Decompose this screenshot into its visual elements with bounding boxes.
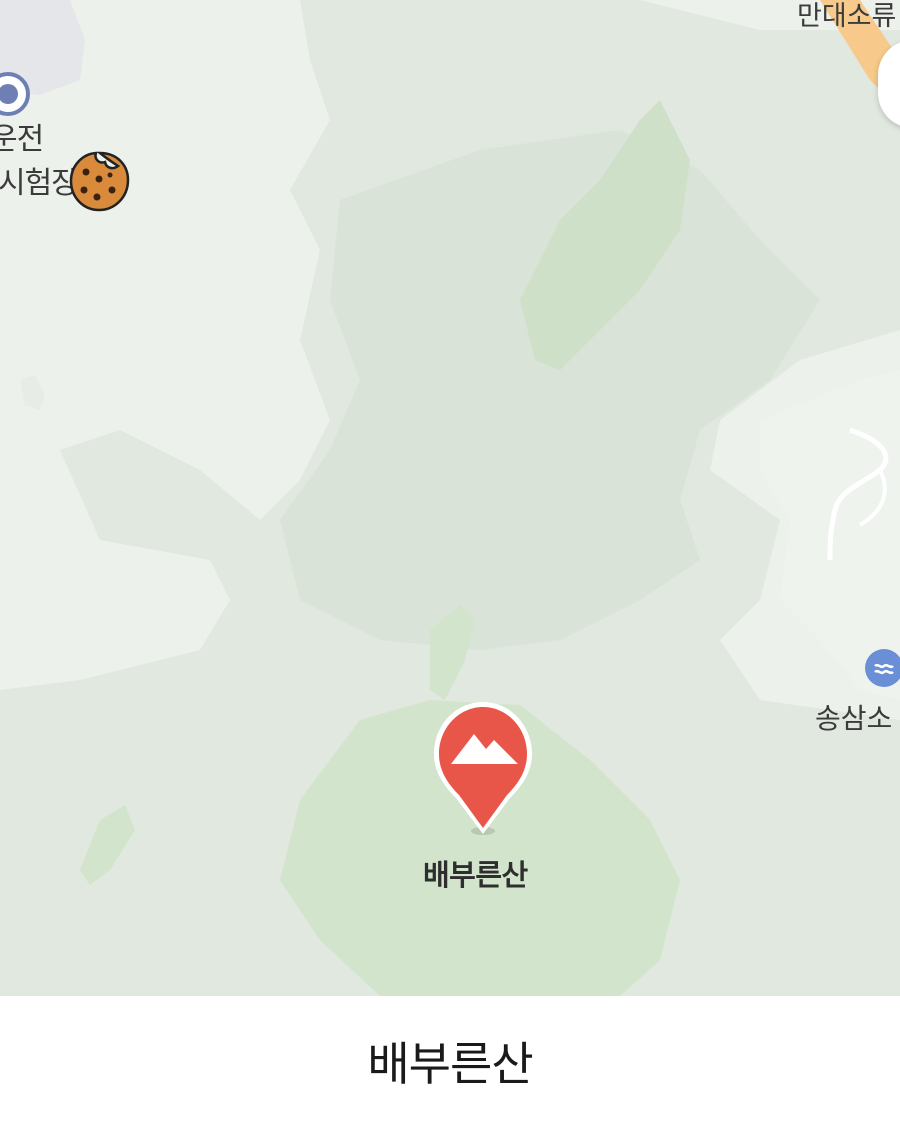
map-view[interactable]: 만대소류 운전 시험장 송삼소 배부른산 <box>0 0 900 996</box>
water-icon[interactable] <box>864 648 900 688</box>
mountain-pin-icon[interactable] <box>426 694 546 840</box>
label-mandae[interactable]: 만대소류 <box>797 0 896 33</box>
map-terrain <box>0 0 900 996</box>
label-test-center-line1[interactable]: 운전 <box>0 114 44 158</box>
label-reservoir[interactable]: 송삼소 <box>815 697 892 737</box>
label-peak[interactable]: 배부른산 <box>423 852 528 894</box>
caption-bar: 배부른산 <box>0 996 900 1125</box>
target-icon[interactable] <box>0 72 30 116</box>
caption-text: 배부른산 <box>367 1037 533 1091</box>
clearing-left <box>20 375 45 410</box>
cookie-icon <box>66 150 134 214</box>
